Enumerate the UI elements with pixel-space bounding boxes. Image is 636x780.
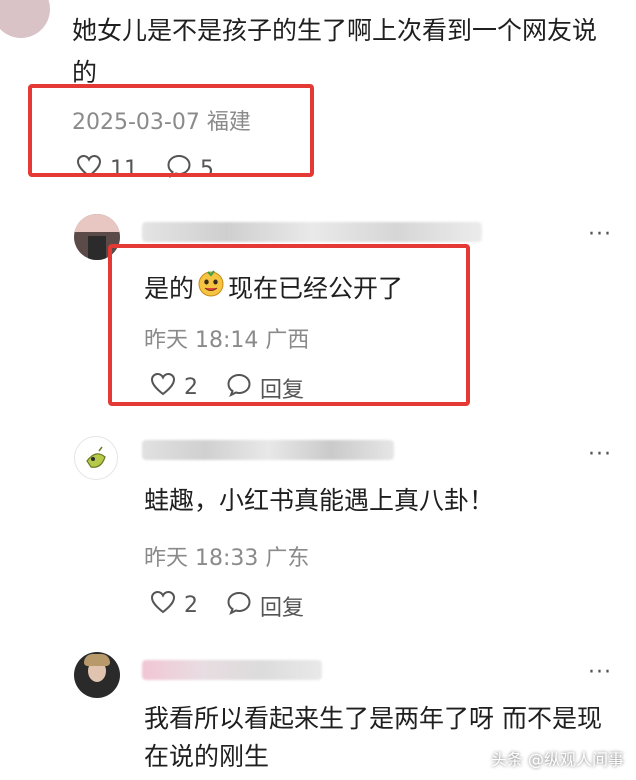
comment-text: 她女儿是不是孩子的生了啊上次看到一个网友说的 xyxy=(72,16,598,87)
avatar[interactable] xyxy=(74,652,120,698)
like-button[interactable]: 2 xyxy=(150,590,198,620)
comment-bubble-icon xyxy=(226,591,252,621)
avatar-top[interactable] xyxy=(0,0,50,38)
more-icon[interactable]: ··· xyxy=(588,222,612,247)
highlight-box xyxy=(108,244,470,406)
heart-icon xyxy=(150,590,176,620)
more-icon[interactable]: ··· xyxy=(588,442,612,467)
reply-button[interactable]: 回复 xyxy=(226,590,304,622)
reply-label: 回复 xyxy=(260,596,305,621)
like-count: 2 xyxy=(184,592,198,618)
reply-text: 蛙趣，小红书真能遇上真八卦！ xyxy=(144,486,495,515)
highlight-box xyxy=(28,84,314,177)
username-blurred xyxy=(142,660,322,680)
more-icon[interactable]: ··· xyxy=(588,660,612,685)
username-blurred xyxy=(142,222,482,242)
avatar[interactable] xyxy=(74,436,118,480)
reply-meta: 昨天 18:33 广东 xyxy=(144,546,310,571)
username-blurred xyxy=(142,440,394,460)
watermark: 头条 @纵观人间事 xyxy=(490,750,624,769)
